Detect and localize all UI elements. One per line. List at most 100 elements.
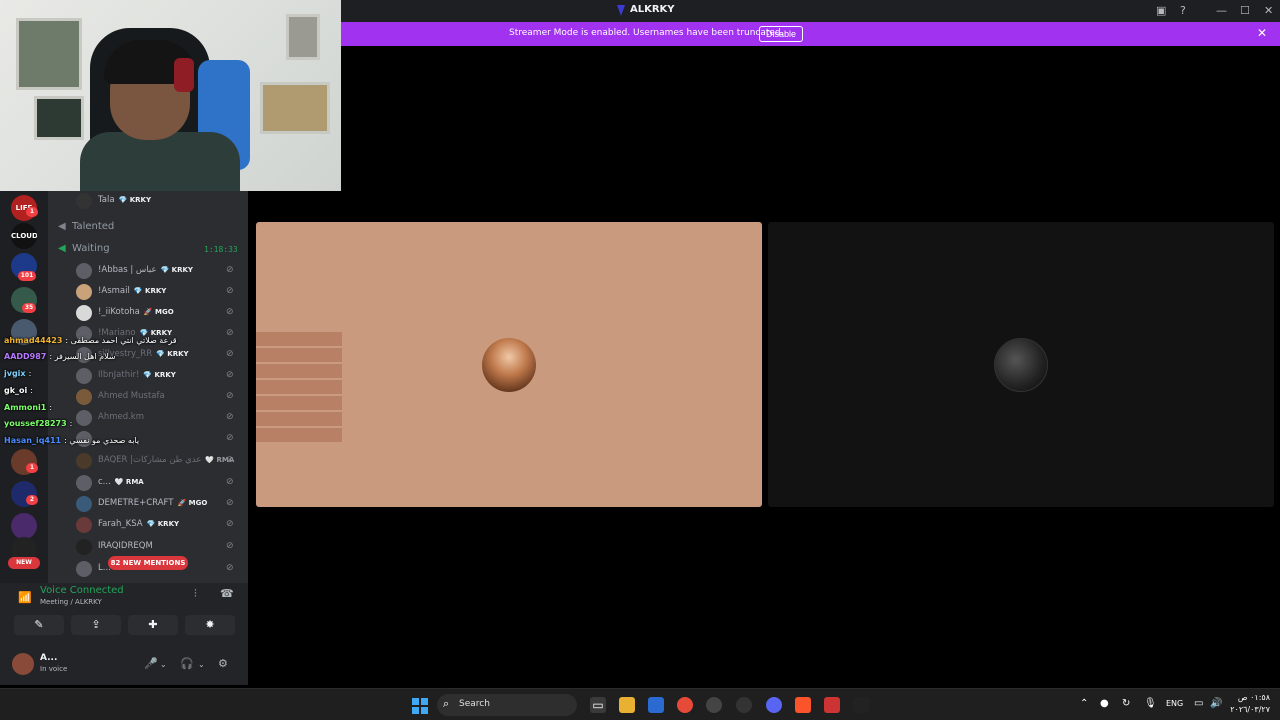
avatar — [76, 517, 92, 533]
streamer — [80, 40, 240, 191]
video-tile-other[interactable] — [768, 222, 1274, 507]
member-item[interactable]: DEMETRE+CRAFT 🚀 MGO ⊘ — [76, 494, 246, 514]
chat-user: jvgix — [4, 369, 26, 378]
file-explorer-icon[interactable] — [619, 697, 635, 713]
deafened-icon: ⊘ — [226, 563, 234, 573]
camera-toggle-button[interactable]: ✎ — [14, 615, 64, 635]
wall-frame — [286, 14, 320, 60]
member-name: BAQER |عدي طن مشاركات — [98, 455, 202, 465]
task-view-icon[interactable]: ▭ — [590, 697, 606, 713]
disconnect-icon[interactable]: ☎ — [220, 587, 234, 600]
server-icon[interactable]: CLOUD — [11, 223, 37, 249]
channel-waiting[interactable]: ◀ Waiting — [58, 243, 110, 254]
avatar[interactable] — [12, 653, 34, 675]
avatar — [76, 453, 92, 469]
member-role: 🤍 RMA — [114, 478, 144, 486]
clock-time[interactable]: ٠١:٥٨ ص — [1230, 693, 1270, 702]
wall-frame — [16, 18, 82, 90]
chevron-down-icon[interactable]: ⌄ — [198, 660, 205, 669]
discord-icon[interactable] — [766, 697, 782, 713]
member-item[interactable]: !Asmail 💎 KRKY ⊘ — [76, 282, 246, 302]
steam-icon[interactable] — [736, 697, 752, 713]
deafened-icon: ⊘ — [226, 265, 234, 275]
member-item[interactable]: BAQER |عدي طن مشاركات 🤍 RMA ⊘ — [76, 451, 246, 471]
chat-user: AADD987 — [4, 352, 47, 361]
mic-icon[interactable]: 🎤 — [144, 657, 158, 670]
server-badge: 101 — [18, 271, 36, 281]
wall-frame — [34, 96, 84, 140]
screen-share-button[interactable]: ⇪ — [71, 615, 121, 635]
deafened-icon: ⊘ — [226, 286, 234, 296]
taskbar-search[interactable]: ⌕ Search — [437, 694, 577, 716]
tray-app-icon[interactable]: ↻ — [1122, 698, 1130, 709]
language-indicator[interactable]: ENG — [1166, 699, 1183, 708]
member-role: 💎 KRKY — [133, 287, 167, 295]
chat-message: : — [69, 419, 73, 428]
member-name: IRAQIDREQM — [98, 541, 153, 551]
member-name: !Abbas | عباس — [98, 265, 157, 275]
headphones-icon[interactable]: 🎧 — [180, 657, 194, 670]
volume-icon[interactable]: 🔊 — [1210, 698, 1222, 709]
app-icon[interactable] — [824, 697, 840, 713]
chrome-icon[interactable] — [677, 697, 693, 713]
member-item[interactable]: !_iiKotoha 🚀 MGO ⊘ — [76, 303, 246, 323]
maximize-button[interactable]: ☐ — [1240, 4, 1250, 17]
member-name: DEMETRE+CRAFT — [98, 498, 174, 508]
member-item[interactable]: Tala 💎 KRKY — [76, 191, 246, 211]
chat-line: Ammoni1: — [4, 403, 52, 412]
member-item[interactable]: IRAQIDREQM ⊘ — [76, 537, 246, 557]
chat-user: gk_oi — [4, 386, 28, 395]
tray-app-icon[interactable]: ● — [1100, 698, 1109, 709]
app-logo-icon — [617, 5, 625, 16]
voice-status[interactable]: Voice Connected — [40, 585, 124, 596]
help-icon[interactable]: ? — [1180, 4, 1186, 17]
member-role: 💎 KRKY — [160, 266, 193, 274]
participant-avatar — [994, 338, 1048, 392]
chat-message: : — [30, 386, 33, 395]
window-title: ALKRKY — [630, 4, 675, 15]
server-icon[interactable] — [11, 513, 37, 539]
minimize-button[interactable]: — — [1216, 4, 1227, 17]
new-servers-pill[interactable]: NEW — [8, 557, 40, 569]
server-badge: 35 — [22, 303, 36, 313]
avatar — [76, 475, 92, 491]
avatar — [76, 193, 92, 209]
inbox-icon[interactable]: ▣ — [1156, 4, 1166, 17]
channel-timer: 1:18:33 — [204, 245, 238, 254]
clock-date[interactable]: ٢٠٢٦/٠٣/٢٧ — [1230, 705, 1270, 714]
start-button[interactable] — [412, 698, 428, 714]
banner-close-icon[interactable]: ✕ — [1257, 26, 1267, 40]
member-item[interactable]: !Abbas | عباس 💎 KRKY ⊘ — [76, 261, 246, 281]
deafened-icon: ⊘ — [226, 477, 234, 487]
chat-message: : — [49, 403, 53, 412]
deafened-icon: ⊘ — [226, 455, 234, 465]
chevron-down-icon[interactable]: ⌄ — [160, 660, 167, 669]
channel-talented[interactable]: ◀ Talented — [58, 221, 114, 232]
chat-line: AADD987: سلام اهل السيرفر — [4, 352, 116, 361]
brave-icon[interactable] — [795, 697, 811, 713]
current-user-status: In voice — [40, 665, 68, 673]
store-icon[interactable] — [648, 697, 664, 713]
new-mentions-pill[interactable]: 82 NEW MENTIONS — [108, 556, 188, 570]
gear-icon[interactable]: ⚙ — [218, 657, 228, 670]
soundboard-button[interactable]: ✸ — [185, 615, 235, 635]
screen: ALKRKY ▣ ? — ☐ ✕ Streamer Mode is enable… — [0, 0, 1280, 720]
member-item[interactable]: Farah_KSA 💎 KRKY ⊘ — [76, 515, 246, 535]
voice-channel-path[interactable]: Meeting / ALKRKY — [40, 598, 102, 606]
chat-line: jvgix: — [4, 369, 31, 378]
member-role: 🚀 MGO — [143, 308, 174, 316]
network-icon[interactable]: ▭ — [1194, 698, 1203, 709]
member-item[interactable]: c... 🤍 RMA ⊘ — [76, 473, 246, 493]
member-name: !_iiKotoha — [98, 307, 140, 317]
avatar — [76, 263, 92, 279]
noise-suppression-icon[interactable]: ⫶ — [194, 587, 197, 601]
activities-button[interactable]: ✚ — [128, 615, 178, 635]
close-button[interactable]: ✕ — [1264, 4, 1273, 17]
deafened-icon: ⊘ — [226, 307, 234, 317]
app-icon[interactable] — [853, 697, 869, 713]
disable-streamer-mode-button[interactable]: Disable — [759, 26, 804, 42]
chat-user: Ammoni1 — [4, 403, 47, 412]
chevron-up-icon[interactable]: ⌃ — [1080, 698, 1088, 709]
mic-icon[interactable]: 🎙 — [1144, 698, 1157, 709]
app-icon[interactable] — [706, 697, 722, 713]
